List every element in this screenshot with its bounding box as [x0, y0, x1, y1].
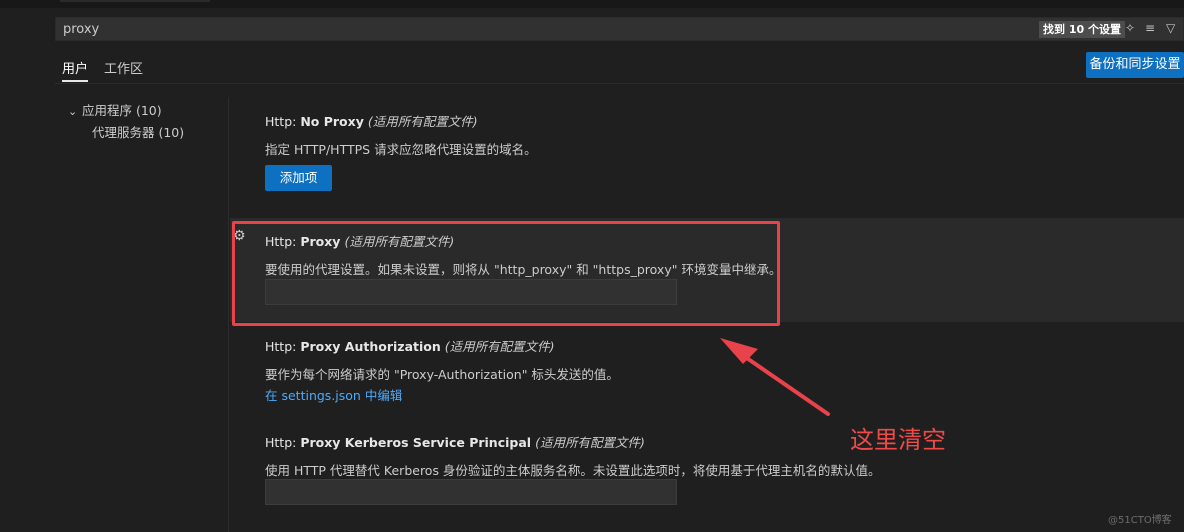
annotation-text: 这里清空: [850, 426, 946, 454]
watermark: @51CTO博客: [1108, 515, 1172, 526]
annotation-arrow: [720, 338, 830, 416]
